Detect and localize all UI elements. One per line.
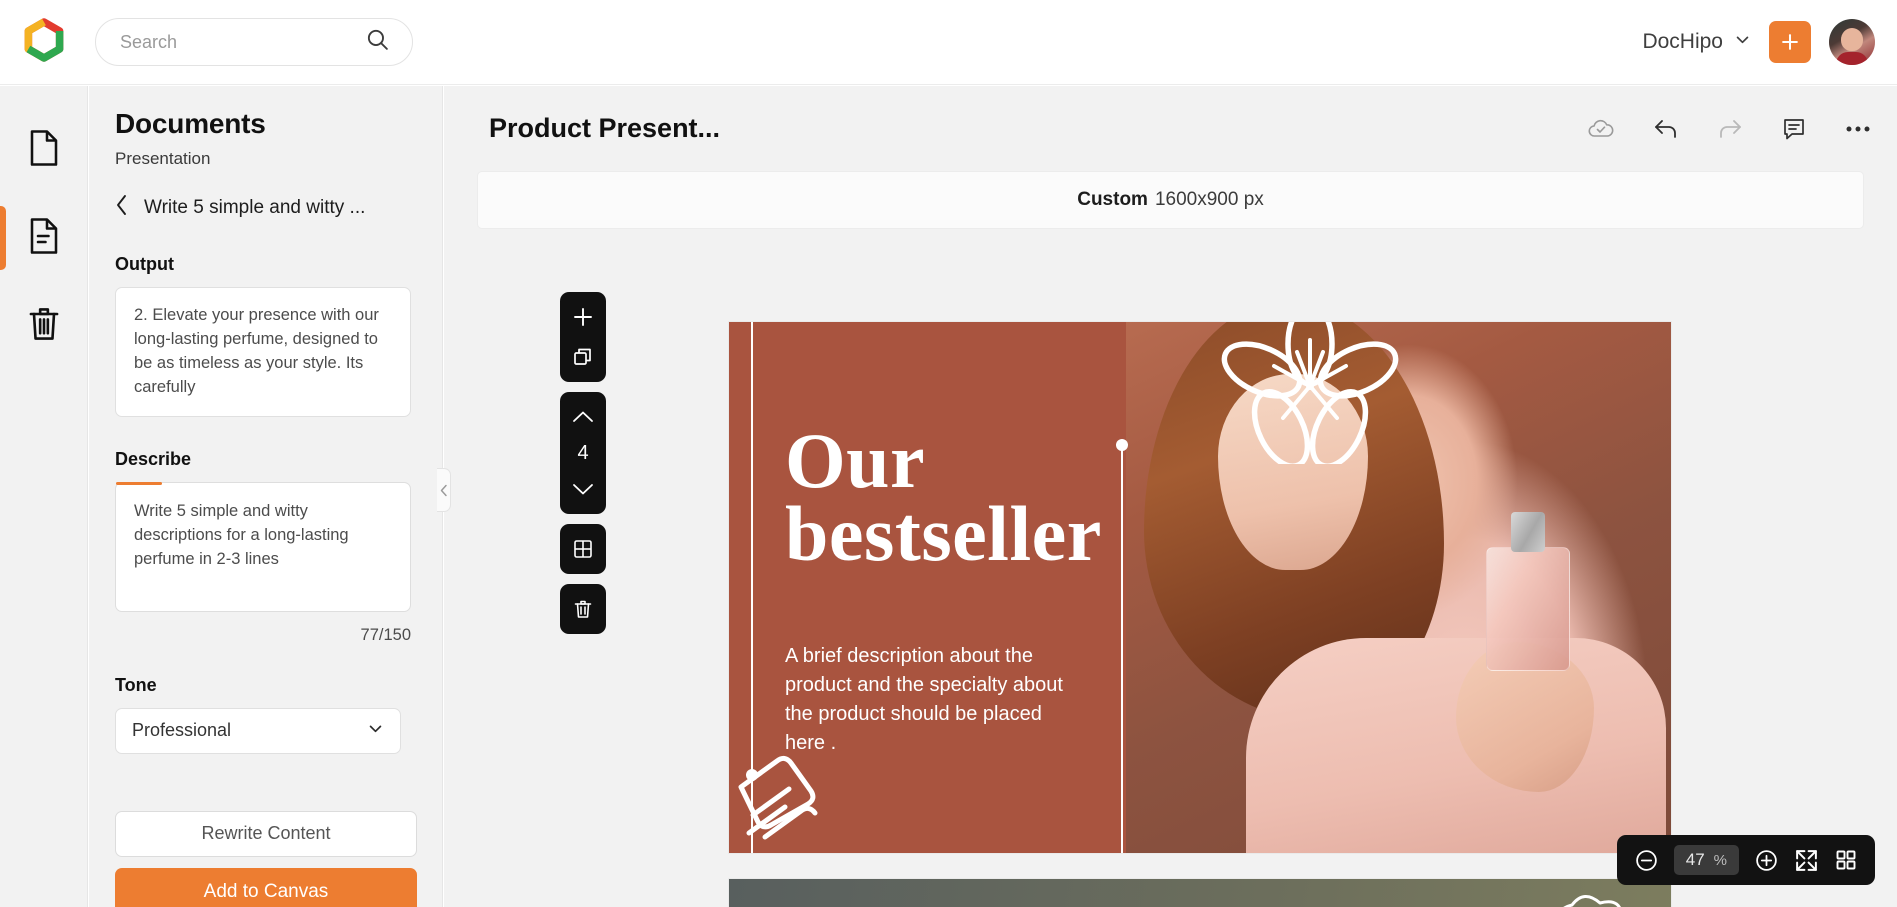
tone-label: Tone [115,674,157,695]
comment-icon[interactable] [1781,116,1807,142]
page-grid-group [560,524,606,574]
chevron-left-icon[interactable] [115,194,129,221]
describe-field-wrap [115,470,416,617]
add-page-button[interactable] [563,301,603,333]
slide-1-heading: Our bestseller [785,417,1102,578]
flower-outline-icon [1513,883,1663,907]
zoom-level-display[interactable]: 47 % [1673,845,1739,875]
app-root: DocHipo [0,0,1897,907]
zoom-controls: 47 % [1616,835,1875,885]
undo-icon[interactable] [1653,117,1679,141]
canvas-stage: 4 Our bestseller A brief description abo… [444,234,1897,907]
tone-selected-value: Professional [132,720,232,741]
page-nav-group: 4 [560,392,606,514]
panel-subtitle: Presentation [115,149,211,168]
top-bar-right: DocHipo [1642,19,1875,65]
back-label: Write 5 simple and witty ... [144,196,366,218]
avatar[interactable] [1829,19,1875,65]
rewrite-content-button[interactable]: Rewrite Content [115,810,417,857]
sidebar-item-trash[interactable] [0,282,88,370]
trash-icon [25,304,63,349]
document-lines-icon [26,216,62,261]
page-add-group [560,292,606,382]
character-count: 77/150 [360,625,411,644]
zoom-level-unit: % [1713,851,1727,869]
add-to-canvas-button[interactable]: Add to Canvas [115,867,417,907]
slide-1-mid-dot [1116,439,1128,451]
duplicate-page-button[interactable] [563,341,603,373]
next-page-button[interactable] [563,473,603,505]
describe-label: Describe [115,448,192,469]
chevron-down-icon[interactable] [1734,31,1751,53]
perfume-bottle-cap [1511,512,1545,552]
page-delete-group [560,584,606,634]
redo-icon[interactable] [1717,117,1743,141]
sidebar-item-my-documents[interactable] [0,194,88,282]
panel-collapse-handle[interactable] [437,468,451,512]
canvas-size-bar[interactable]: Custom 1600x900 px [477,171,1864,229]
fit-to-screen-button[interactable] [1794,848,1819,873]
document-icon [26,128,62,173]
tone-dropdown[interactable]: Professional [115,707,401,754]
zoom-level-value: 47 [1685,850,1705,869]
icon-rail [0,86,88,907]
sidebar-item-blank-document[interactable] [0,106,88,194]
search-input[interactable] [120,31,365,53]
describe-focus-accent [116,481,162,485]
cloud-saved-icon[interactable] [1587,118,1615,140]
more-options-icon[interactable] [1845,125,1871,133]
top-bar: DocHipo [0,0,1897,85]
describe-input[interactable] [115,481,411,612]
canvas-size-label: Custom [1077,189,1148,210]
account-menu[interactable]: DocHipo [1642,30,1751,54]
editor-header: Product Present... [444,86,1897,171]
previous-page-button[interactable] [563,401,603,433]
documents-panel: Documents Presentation Write 5 simple an… [89,86,443,907]
search-icon[interactable] [365,27,390,57]
create-new-button[interactable] [1769,21,1811,63]
delete-page-button[interactable] [563,593,603,625]
page-title: Documents [115,108,266,139]
search-bar[interactable] [95,18,413,66]
slide-canvas-2[interactable]: Ingredients [729,879,1671,907]
page-toolbar: 4 [557,292,609,634]
document-title[interactable]: Product Present... [489,113,720,144]
grid-view-button[interactable] [1834,848,1858,872]
flower-icon [1221,322,1399,469]
editor-area: Product Present... Custom 1600x900 px 4 … [444,86,1897,907]
page-number: 4 [577,442,589,464]
chevron-down-icon[interactable] [367,720,384,742]
zoom-in-button[interactable] [1754,848,1779,873]
output-label: Output [115,254,174,274]
slide-1-heading-line2: bestseller [785,490,1102,578]
page-grid-button[interactable] [563,533,603,565]
zoom-out-button[interactable] [1634,848,1659,873]
dochipo-logo-icon[interactable] [20,18,68,66]
editor-toolbar [1587,116,1871,142]
back-to-prompt-row[interactable]: Write 5 simple and witty ... [115,194,416,221]
account-name: DocHipo [1642,30,1723,53]
model-dress [1246,638,1666,853]
abstract-corner-decoration [731,739,851,853]
slide-1-heading-line1: Our [785,417,926,504]
output-text: 2. Elevate your presence with our long-l… [115,287,411,417]
perfume-bottle [1486,547,1570,671]
slide-canvas-1[interactable]: Our bestseller A brief description about… [729,322,1671,853]
canvas-size-value: 1600x900 px [1154,189,1264,210]
slide-1-mid-rule [1121,444,1123,853]
